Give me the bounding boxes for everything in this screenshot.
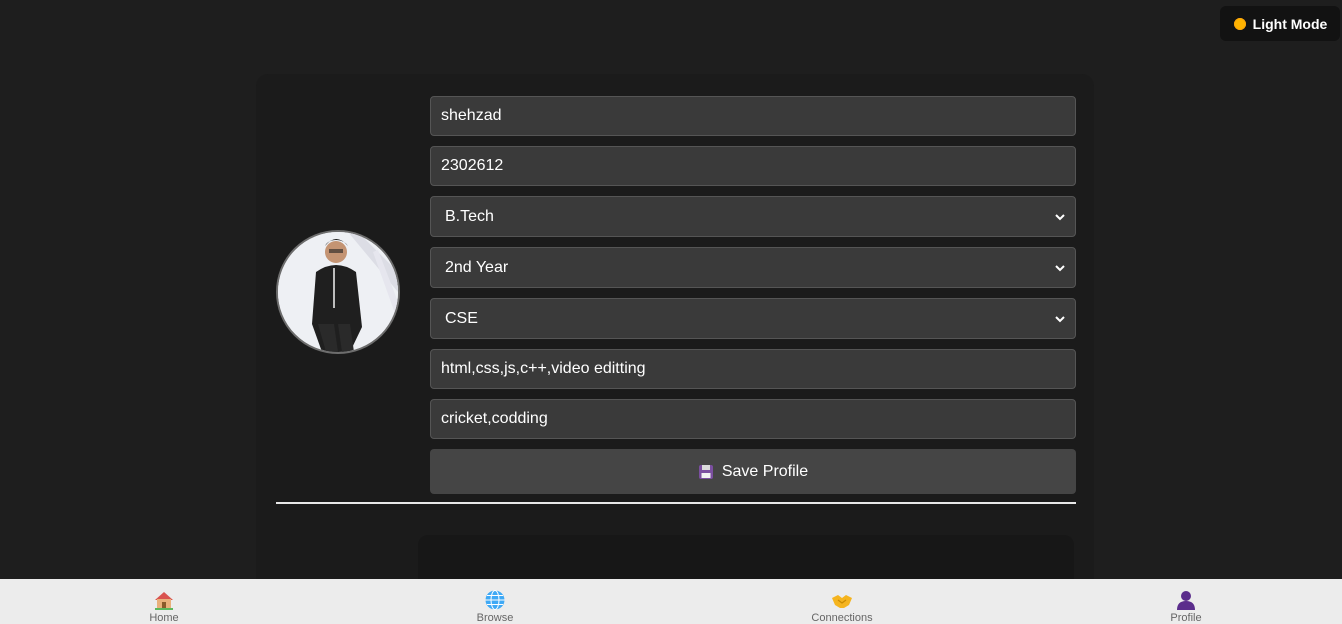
nav-item-connections[interactable]: Connections — [782, 579, 902, 624]
chevron-down-icon — [1055, 213, 1065, 220]
skills-input[interactable]: html,css,js,c++,video editting — [430, 349, 1076, 389]
id-input-value: 2302612 — [441, 157, 504, 174]
course-select-value: B.Tech — [445, 207, 494, 225]
chevron-down-icon — [1055, 264, 1065, 271]
chevron-down-icon — [1055, 315, 1065, 322]
hobbies-input[interactable]: cricket,codding — [430, 399, 1076, 439]
save-profile-label: Save Profile — [721, 462, 809, 480]
id-input[interactable]: 2302612 — [430, 146, 1076, 186]
skills-input-value: html,css,js,c++,video editting — [441, 360, 646, 377]
nav-item-profile[interactable]: Profile — [1126, 579, 1246, 624]
name-input[interactable]: shehzad — [430, 96, 1076, 136]
save-profile-button[interactable]: Save Profile — [430, 449, 1076, 494]
year-select-value: 2nd Year — [445, 258, 509, 276]
name-input-value: shehzad — [441, 107, 502, 124]
theme-toggle-label: Light Mode — [1252, 15, 1328, 32]
floppy-disk-icon — [698, 464, 713, 479]
sun-icon — [1232, 16, 1247, 31]
handshake-icon — [832, 595, 852, 608]
nav-profile-label: Profile — [1170, 612, 1202, 624]
nav-item-browse[interactable]: Browse — [435, 579, 555, 624]
theme-toggle-button[interactable]: Light Mode — [1220, 6, 1340, 41]
bottom-nav: Home Browse Connections Profile — [0, 579, 1342, 624]
section-divider — [276, 502, 1076, 504]
course-select[interactable]: B.Tech — [430, 196, 1076, 237]
nav-browse-label: Browse — [476, 612, 514, 624]
user-icon — [1177, 591, 1195, 610]
avatar-photo — [278, 232, 398, 352]
avatar[interactable] — [276, 230, 400, 354]
profile-form: shehzad 2302612 B.Tech 2nd Year CSE html… — [430, 96, 1076, 494]
branch-select[interactable]: CSE — [430, 298, 1076, 339]
branch-select-value: CSE — [445, 309, 478, 327]
nav-connections-label: Connections — [811, 612, 873, 624]
globe-icon — [485, 590, 505, 610]
nav-item-home[interactable]: Home — [104, 579, 224, 624]
hobbies-input-value: cricket,codding — [441, 410, 548, 427]
year-select[interactable]: 2nd Year — [430, 247, 1076, 288]
home-icon — [155, 592, 173, 610]
nav-home-label: Home — [149, 612, 179, 624]
